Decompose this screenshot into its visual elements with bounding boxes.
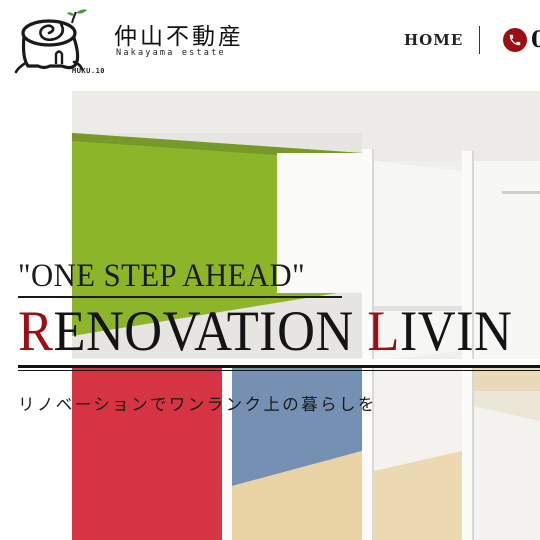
brand-name: 仲山不動産 [114, 24, 244, 50]
hero-subtitle: リノベーションでワンランク上の暮らしを [18, 395, 377, 414]
page: MUKU.10 仲山不動産 Nakayama estate HOME 0 "ON… [0, 0, 540, 540]
logo-caption: MUKU.10 [72, 67, 106, 75]
headline-underline-thin [18, 370, 540, 371]
tagline-underline [18, 296, 342, 298]
headline-initial-r: R [18, 300, 54, 363]
phone-icon [503, 28, 527, 52]
nav-divider [479, 26, 480, 54]
site-header: MUKU.10 仲山不動産 Nakayama estate HOME 0 [0, 0, 540, 88]
brand-subtitle: Nakayama estate [116, 48, 226, 58]
phone-number: 0 [531, 27, 540, 53]
phone-link[interactable]: 0 [503, 27, 540, 53]
headline-underline [18, 365, 540, 368]
headline-word-renovation: ENOVATION [53, 300, 368, 363]
logo[interactable]: MUKU.10 [14, 6, 110, 76]
snail-stump-logo-icon [14, 9, 87, 74]
nav-home-link[interactable]: HOME [404, 31, 463, 49]
hero-tagline: "ONE STEP AHEAD" [18, 258, 306, 294]
headline-word-living: IVIN [399, 300, 513, 363]
headline-initial-l: L [367, 300, 400, 363]
hero-headline: RENOVATION LIVIN [18, 303, 512, 360]
